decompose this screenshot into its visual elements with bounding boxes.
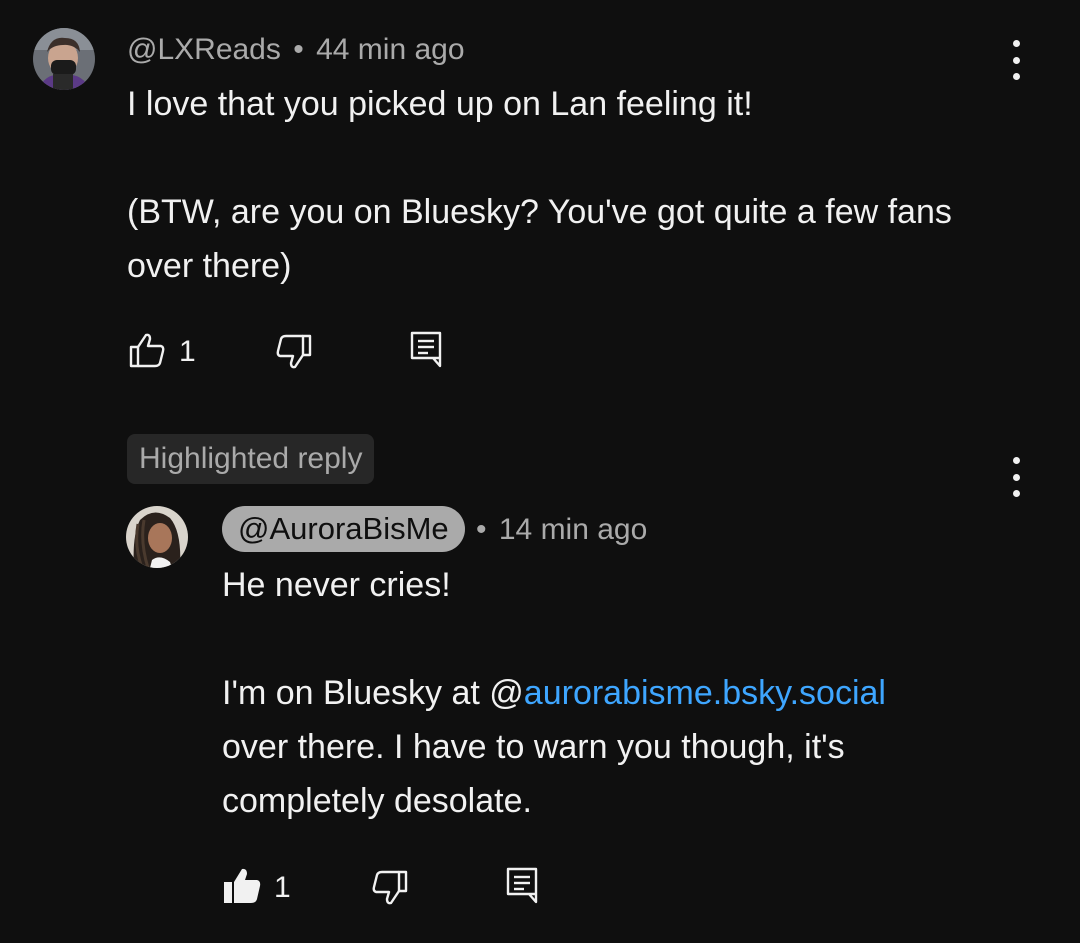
comment-text: I love that you picked up on Lan feeling… [127,77,952,293]
reply-author-chip[interactable]: @AuroraBisMe [222,506,465,552]
thumbs-down-outline-icon [372,870,408,905]
comment-reply-icon [506,867,538,904]
thumbs-down-outline-icon [276,334,312,369]
reply-text: He never cries! I'm on Bluesky at @auror… [222,558,886,828]
comment-line-1: I love that you picked up on Lan feeling… [127,85,753,123]
reply-line-4: completely desolate. [222,782,532,820]
comment-line-3: over there) [127,247,292,285]
dislike-button[interactable] [275,334,313,370]
like-count: 1 [179,335,196,368]
meta-separator: • [293,33,304,66]
comment-more-icon[interactable] [1004,40,1028,80]
reply-like-button[interactable] [222,867,262,905]
bluesky-link[interactable]: aurorabisme.bsky.social [524,674,886,712]
reply-line-2-prefix: I'm on Bluesky at @ [222,674,524,712]
reply-line-3: over there. I have to warn you though, i… [222,728,845,766]
commenter-avatar[interactable] [33,28,95,90]
highlighted-reply-badge: Highlighted reply [127,434,375,484]
comment-reply-icon [410,331,442,368]
reply-meta: • 14 min ago [476,513,647,547]
comment-line-2: (BTW, are you on Bluesky? You've got qui… [127,193,952,231]
thumbs-up-filled-icon [224,868,261,903]
reply-like-count: 1 [274,871,291,904]
reply-avatar[interactable] [126,506,188,568]
thumbs-up-outline-icon [129,333,165,368]
like-button[interactable] [128,332,166,368]
reply-more-icon[interactable] [1004,457,1028,497]
reply-dislike-button[interactable] [371,870,409,906]
comment-timestamp[interactable]: 44 min ago [316,33,464,66]
reply-button[interactable] [409,330,443,368]
reply-line-2: I'm on Bluesky at @aurorabisme.bsky.soci… [222,666,886,720]
reply-reply-button[interactable] [505,866,539,904]
reply-line-1: He never cries! [222,566,451,604]
meta-separator: • [476,513,487,546]
comment-meta: @LXReads • 44 min ago [127,33,465,67]
comment-author[interactable]: @LXReads [127,33,281,66]
reply-timestamp[interactable]: 14 min ago [499,513,647,546]
